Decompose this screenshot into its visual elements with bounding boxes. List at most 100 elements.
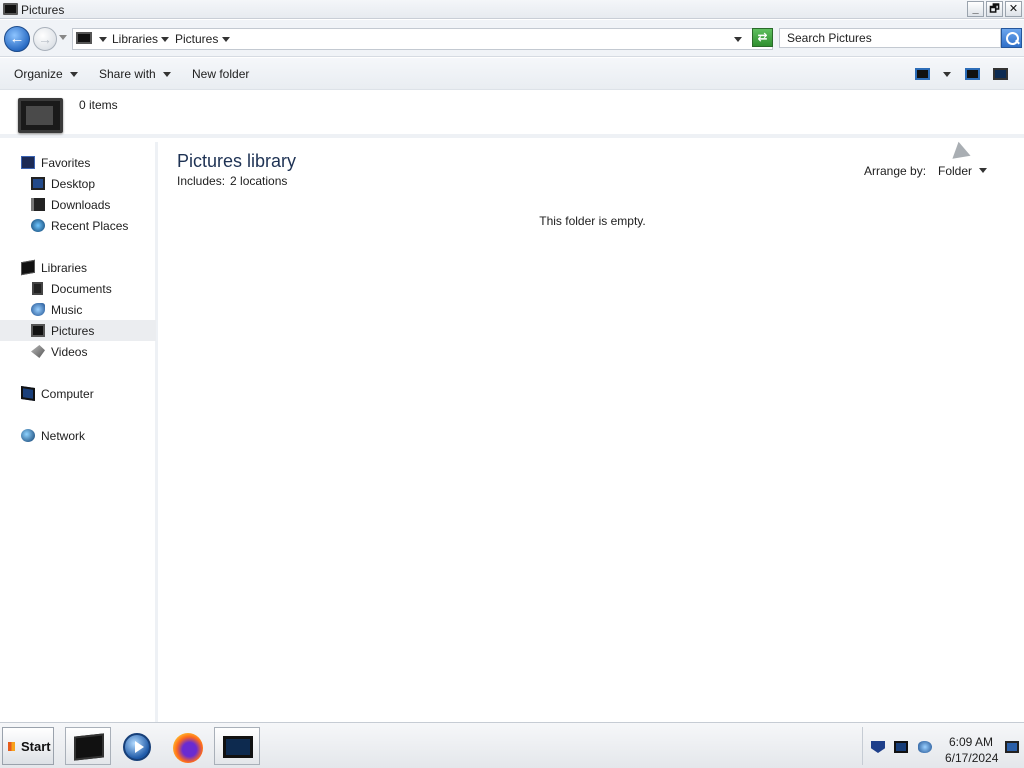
music-icon	[31, 303, 45, 316]
nav-downloads-label: Downloads	[51, 198, 111, 212]
preview-pane-icon[interactable]	[965, 68, 980, 80]
computer-icon	[21, 386, 35, 401]
address-history-chevron-down-icon[interactable]	[734, 37, 742, 42]
pictures-library-icon	[3, 3, 18, 15]
window-title: Pictures	[21, 3, 65, 17]
documents-icon	[32, 282, 43, 295]
back-button[interactable]: ←	[4, 26, 30, 52]
nav-libraries[interactable]: Libraries	[0, 257, 156, 278]
windows-explorer-icon	[74, 733, 104, 761]
volume-icon[interactable]	[918, 741, 932, 753]
nav-music-label: Music	[51, 303, 83, 317]
nav-downloads[interactable]: Downloads	[0, 194, 156, 215]
videos-icon	[31, 345, 45, 358]
recent-places-icon	[31, 219, 45, 232]
firefox-icon	[173, 733, 203, 763]
search-icon[interactable]	[1001, 28, 1022, 48]
desktop-icon	[31, 177, 45, 190]
organize-label: Organize	[14, 67, 63, 81]
pictures-window-icon	[223, 736, 253, 758]
file-list-area[interactable]: Pictures library Includes: 2 locations Ar…	[161, 141, 1024, 722]
organize-chevron-down-icon	[69, 72, 78, 78]
breadcrumb-libraries[interactable]: Libraries	[112, 32, 158, 46]
library-title: Pictures library	[177, 151, 297, 171]
nav-favorites[interactable]: Favorites	[0, 152, 156, 173]
close-button[interactable]: ✕	[1005, 1, 1022, 17]
refresh-button[interactable]: ⇄	[752, 28, 773, 47]
includes-label: Includes:	[177, 174, 226, 188]
nav-pictures-label: Pictures	[51, 324, 95, 338]
network-icon	[21, 429, 35, 442]
restore-button[interactable]: 🗗	[986, 1, 1003, 17]
search-input[interactable]: Search Pictures	[779, 28, 1001, 48]
nav-music[interactable]: Music	[0, 299, 156, 320]
taskbar-media-player-button[interactable]	[115, 727, 161, 765]
item-count: 0 items	[79, 98, 118, 112]
address-box[interactable]: Libraries Pictures	[72, 28, 773, 50]
taskbar-firefox-button[interactable]	[165, 727, 211, 765]
breadcrumb-pictures[interactable]: Pictures	[175, 32, 218, 46]
clock-time[interactable]: 6:09 AM	[949, 735, 993, 749]
downloads-icon	[31, 198, 45, 211]
arrange-by-label: Arrange by:	[864, 164, 927, 178]
pictures-icon	[31, 324, 45, 337]
details-header: 0 items	[0, 90, 1024, 138]
share-with-chevron-down-icon	[162, 72, 171, 78]
nav-videos[interactable]: Videos	[0, 341, 156, 362]
recent-pages-dropdown[interactable]	[59, 35, 67, 40]
share-with-menu[interactable]: Share with	[99, 67, 171, 81]
empty-folder-message: This folder is empty.	[539, 214, 646, 228]
arrange-by-dropdown[interactable]: Folder	[938, 164, 972, 178]
libraries-icon	[21, 259, 35, 276]
organize-menu[interactable]: Organize	[14, 67, 78, 81]
system-tray: 6:09 AM 6/17/2024	[862, 727, 1024, 765]
navigation-pane: Favorites Desktop Downloads Recent Place…	[0, 142, 158, 722]
nav-computer-label: Computer	[41, 387, 94, 401]
nav-favorites-label: Favorites	[41, 156, 91, 170]
mouse-cursor-icon	[952, 141, 974, 165]
minimize-button[interactable]: _	[967, 1, 984, 17]
windows-flag-icon	[8, 742, 15, 751]
nav-documents-label: Documents	[51, 282, 112, 296]
nav-desktop-label: Desktop	[51, 177, 96, 191]
nav-recent-places-label: Recent Places	[51, 219, 129, 233]
action-center-icon[interactable]	[871, 741, 885, 753]
view-options-chevron-down-icon[interactable]	[943, 72, 951, 77]
forward-button[interactable]: →	[33, 27, 57, 51]
nav-documents[interactable]: Documents	[0, 278, 156, 299]
pictures-chevron-down-icon[interactable]	[222, 37, 230, 42]
help-icon[interactable]	[993, 68, 1008, 80]
taskbar-explorer-button[interactable]	[65, 727, 111, 765]
new-folder-button[interactable]: New folder	[192, 67, 249, 81]
favorites-icon	[21, 156, 35, 169]
change-view-icon[interactable]	[915, 68, 930, 80]
command-bar: Organize Share with New folder	[0, 58, 1024, 90]
nav-videos-label: Videos	[51, 345, 88, 359]
nav-libraries-label: Libraries	[41, 261, 88, 275]
arrange-by-chevron-down-icon[interactable]	[979, 168, 987, 173]
root-chevron-down-icon[interactable]	[99, 37, 107, 42]
library-thumbnail-icon	[18, 98, 63, 133]
nav-computer[interactable]: Computer	[0, 383, 156, 404]
network-status-icon[interactable]	[894, 741, 908, 753]
title-bar: Pictures _ 🗗 ✕	[0, 0, 1024, 19]
nav-pictures[interactable]: Pictures	[0, 320, 156, 341]
address-row: ← → Libraries Pictures ⇄ Search Pictures	[0, 20, 1024, 57]
library-locations-link[interactable]: 2 locations	[230, 174, 287, 188]
start-button[interactable]: Start	[2, 727, 54, 765]
libraries-chevron-down-icon[interactable]	[161, 37, 169, 42]
taskbar: Start 6:09 AM 6/17/2024	[0, 722, 1024, 768]
media-player-icon	[123, 733, 151, 761]
library-includes: Includes: 2 locations	[177, 174, 287, 188]
nav-network-label: Network	[41, 429, 86, 443]
nav-recent-places[interactable]: Recent Places	[0, 215, 156, 236]
taskbar-pictures-window-button[interactable]	[214, 727, 260, 765]
clock-date[interactable]: 6/17/2024	[945, 751, 998, 765]
share-with-label: Share with	[99, 67, 156, 81]
nav-network[interactable]: Network	[0, 425, 156, 446]
pictures-location-icon	[76, 32, 92, 44]
nav-desktop[interactable]: Desktop	[0, 173, 156, 194]
show-desktop-icon[interactable]	[1005, 741, 1019, 753]
start-label: Start	[21, 739, 51, 754]
window-controls: _ 🗗 ✕	[967, 1, 1022, 17]
